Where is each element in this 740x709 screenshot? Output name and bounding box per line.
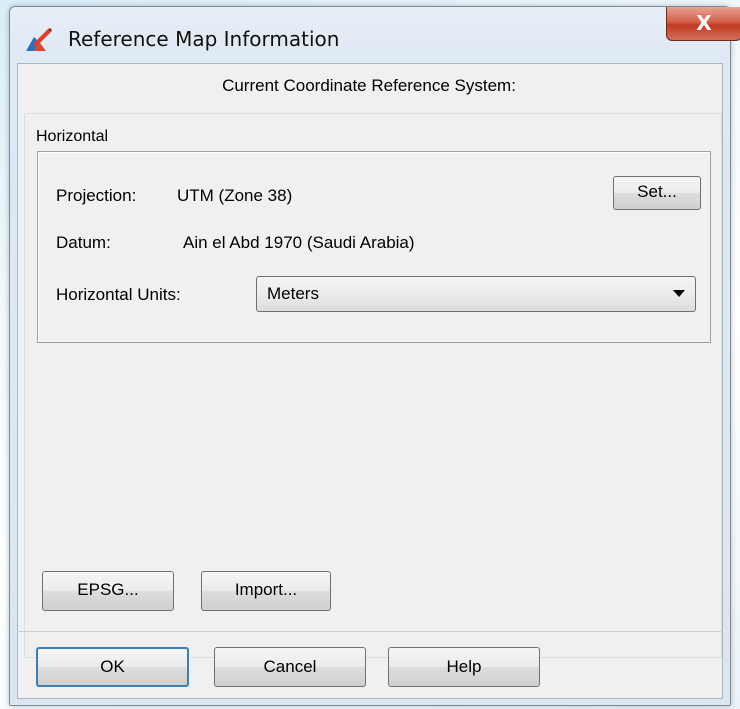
- section-title: Current Coordinate Reference System:: [222, 76, 516, 95]
- epsg-button[interactable]: EPSG...: [42, 571, 174, 611]
- chevron-down-icon: [673, 290, 685, 297]
- import-button[interactable]: Import...: [201, 571, 331, 611]
- ok-button[interactable]: OK: [36, 647, 189, 687]
- datum-value: Ain el Abd 1970 (Saudi Arabia): [183, 233, 415, 252]
- horizontal-units-label: Horizontal Units:: [56, 285, 181, 304]
- projection-value: UTM (Zone 38): [177, 186, 293, 205]
- horizontal-units-select[interactable]: Meters: [256, 276, 696, 312]
- window-title: Reference Map Information: [68, 27, 340, 51]
- horizontal-units-value: Meters: [267, 284, 319, 303]
- set-projection-button[interactable]: Set...: [613, 176, 701, 210]
- cancel-button[interactable]: Cancel: [214, 647, 366, 687]
- horizontal-group-label: Horizontal: [36, 128, 109, 146]
- projection-label: Projection:: [56, 186, 137, 205]
- close-button[interactable]: X: [666, 7, 740, 41]
- help-button[interactable]: Help: [388, 647, 540, 687]
- close-icon: X: [696, 11, 712, 35]
- datum-label: Datum:: [56, 233, 111, 252]
- map-pencil-icon: [26, 28, 52, 51]
- footer-separator: [17, 631, 721, 632]
- title-bar[interactable]: Reference Map Information: [10, 7, 730, 64]
